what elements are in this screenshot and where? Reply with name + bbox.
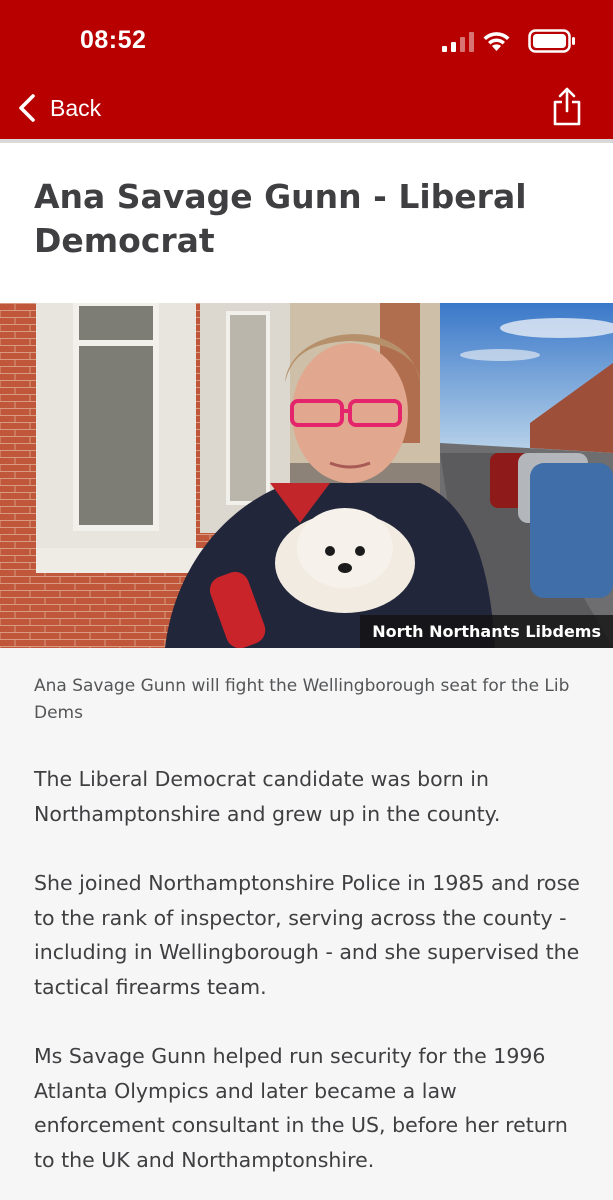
article-headline: Ana Savage Gunn - Liberal Democrat [34,177,527,260]
article-image: North Northants Libdems [0,303,613,648]
wifi-icon [483,32,510,51]
image-caption: Ana Savage Gunn will fight the Wellingbo… [34,676,570,723]
back-label: Back [50,94,102,121]
signal-icon [442,32,474,52]
chevron-left-icon [19,94,35,122]
image-credit: North Northants Libdems [360,615,613,648]
share-icon[interactable] [551,87,583,127]
status-time: 08:52 [80,26,147,54]
battery-icon [528,29,575,53]
back-button[interactable]: Back [16,88,101,128]
article-paragraph: The Liberal Democrat candidate was born … [34,767,501,826]
candidate-photo [0,303,613,648]
article-paragraph: She joined Northamptonshire Police in 19… [34,871,580,999]
app-header: 08:52 Back [0,0,613,139]
article-paragraph: Ms Savage Gunn helped run security for t… [34,1044,568,1172]
